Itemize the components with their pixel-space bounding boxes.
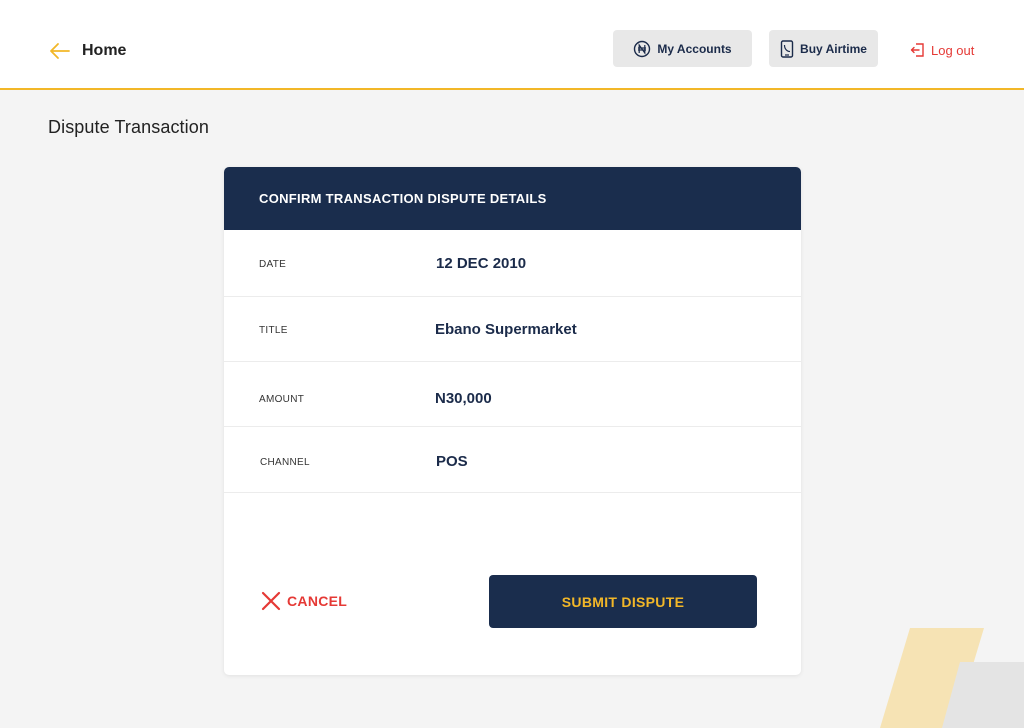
home-label: Home bbox=[82, 42, 127, 59]
cancel-button[interactable]: CANCEL bbox=[261, 590, 347, 612]
detail-value: Ebano Supermarket bbox=[435, 321, 577, 338]
phone-icon bbox=[780, 39, 794, 58]
dispute-details-card: CONFIRM TRANSACTION DISPUTE DETAILS DATE… bbox=[224, 167, 801, 675]
page-title: Dispute Transaction bbox=[48, 117, 209, 137]
my-accounts-button[interactable]: My Accounts bbox=[613, 30, 752, 67]
home-link[interactable]: Home bbox=[48, 39, 126, 63]
detail-value: N30,000 bbox=[435, 390, 492, 407]
naira-circle-icon bbox=[633, 40, 651, 58]
arrow-left-icon bbox=[48, 39, 72, 63]
cancel-label: CANCEL bbox=[287, 593, 348, 609]
detail-key: CHANNEL bbox=[260, 457, 310, 468]
top-header: Home My Accounts Buy Airtime Log out bbox=[0, 0, 1024, 90]
detail-row-title: TITLE Ebano Supermarket bbox=[224, 297, 801, 362]
logout-icon bbox=[910, 42, 926, 58]
buy-airtime-label: Buy Airtime bbox=[800, 41, 867, 56]
close-icon bbox=[261, 591, 281, 611]
decorative-shapes bbox=[880, 628, 1024, 728]
submit-dispute-label: SUBMIT DISPUTE bbox=[561, 593, 685, 610]
card-heading-text: CONFIRM TRANSACTION DISPUTE DETAILS bbox=[259, 191, 547, 206]
detail-key: TITLE bbox=[259, 325, 288, 336]
my-accounts-label: My Accounts bbox=[657, 41, 732, 56]
detail-row-date: DATE 12 DEC 2010 bbox=[224, 230, 801, 297]
detail-row-amount: AMOUNT N30,000 bbox=[224, 362, 801, 427]
logout-link[interactable]: Log out bbox=[910, 40, 974, 60]
detail-row-channel: CHANNEL POS bbox=[224, 427, 801, 493]
card-heading: CONFIRM TRANSACTION DISPUTE DETAILS bbox=[224, 167, 801, 230]
detail-key: AMOUNT bbox=[259, 394, 305, 405]
submit-dispute-button[interactable]: SUBMIT DISPUTE bbox=[489, 575, 757, 628]
buy-airtime-button[interactable]: Buy Airtime bbox=[769, 30, 878, 67]
detail-key: DATE bbox=[259, 259, 287, 270]
detail-value: POS bbox=[436, 453, 468, 470]
logout-label: Log out bbox=[931, 42, 975, 58]
detail-value: 12 DEC 2010 bbox=[436, 255, 527, 272]
